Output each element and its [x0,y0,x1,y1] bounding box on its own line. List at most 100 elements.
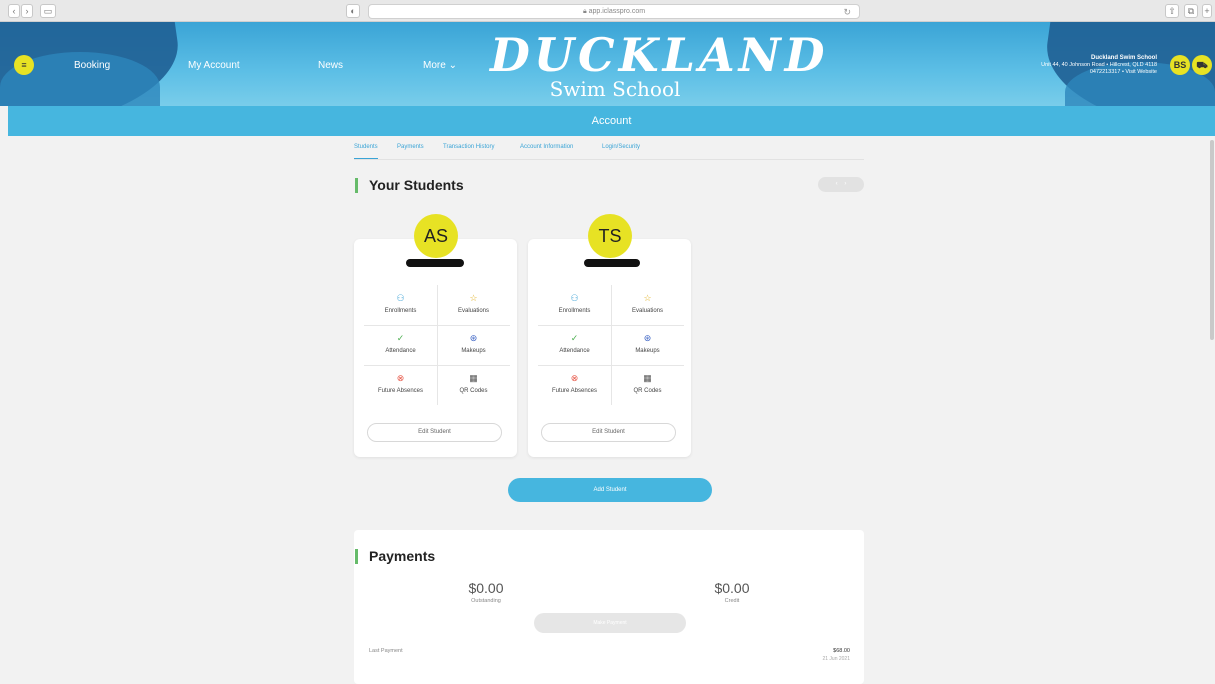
credit-label: Credit [724,598,740,604]
tabs-button[interactable]: ⧉ [1184,4,1198,18]
nav-my-account[interactable]: My Account [188,60,240,71]
qr-codes-action[interactable]: ▦ QR Codes [437,365,510,405]
makeups-action[interactable]: ⊛ Makeups [437,325,510,365]
nav-more-label: More [423,60,446,71]
redacted-student-name [406,259,464,267]
makeup-icon: ⊛ [469,333,478,343]
tab-account-information[interactable]: Account Information [520,144,573,150]
tab-login-security[interactable]: Login/Security [602,144,640,150]
privacy-shield-icon[interactable]: ◐ [346,4,360,18]
redacted-student-name [584,259,640,267]
school-address: Unit 44, 40 Johnson Road • Hillcrest, QL… [1041,62,1157,68]
tab-students[interactable]: Students [354,144,378,159]
last-payment-date: 21 Jun 2021 [822,656,850,662]
student-avatar: TS [588,214,632,258]
students-title: Your Students [369,177,464,193]
new-tab-button[interactable]: + [1202,4,1212,18]
outstanding-label: Outstanding [471,598,501,604]
page-title-bar: Account [8,106,1215,136]
tab-transaction-history[interactable]: Transaction History [443,144,494,150]
credit-summary: $0.00 Credit [672,580,792,604]
school-info: Duckland Swim School Unit 44, 40 Johnson… [1041,55,1157,76]
pager-prev-button[interactable]: ‹ [836,181,838,187]
chevron-down-icon: ⌄ [448,60,457,71]
action-label: Future Absences [377,388,424,394]
people-icon: ⚇ [570,293,579,303]
action-label: Evaluations [631,308,664,314]
qr-code-icon: ▦ [469,373,478,383]
user-avatar[interactable]: BS [1170,55,1190,75]
last-payment-amount: $68.00 [833,648,850,654]
student-pager: ‹ › [818,177,864,192]
student-card: ⚇ Enrollments ☆ Evaluations ✓ Attendance… [354,239,517,457]
nav-booking[interactable]: Booking [74,60,110,71]
student-card: ⚇ Enrollments ☆ Evaluations ✓ Attendance… [528,239,691,457]
future-absences-action[interactable]: ⊗ Future Absences [364,365,437,405]
account-tabs: Students Payments Transaction History Ac… [354,144,864,160]
cart-icon[interactable]: ⛟ [1192,55,1212,75]
check-circle-icon: ✓ [396,333,405,343]
attendance-action[interactable]: ✓ Attendance [364,325,437,365]
star-icon: ☆ [643,293,652,303]
back-button[interactable]: ‹ [8,4,20,18]
page-scrollbar[interactable] [1210,140,1214,340]
last-payment-label: Last Payment [369,648,403,654]
nav-more[interactable]: More ⌄ [423,60,457,71]
makeups-action[interactable]: ⊛ Makeups [611,325,684,365]
action-label: Makeups [635,348,660,354]
make-payment-button[interactable]: Make Payment [534,613,686,633]
outstanding-value: $0.00 [468,580,504,596]
forward-button[interactable]: › [21,4,33,18]
add-student-button[interactable]: Add Student [508,478,712,502]
student-avatar: AS [414,214,458,258]
menu-button[interactable]: ≡ [14,55,34,75]
section-accent-bar [355,178,358,193]
school-name: Duckland Swim School [1090,55,1157,61]
students-heading: Your Students [355,177,464,193]
action-label: Attendance [559,348,590,354]
people-icon: ⚇ [396,293,405,303]
last-payment-info: $68.00 21 Jun 2021 [822,648,850,662]
sidebar-toggle-button[interactable]: ▭ [40,4,56,18]
qr-code-icon: ▦ [643,373,652,383]
share-button[interactable]: ⇧ [1165,4,1179,18]
action-label: Makeups [461,348,486,354]
payments-heading: Payments [355,548,436,564]
edit-student-button[interactable]: Edit Student [367,423,502,442]
enrollments-action[interactable]: ⚇ Enrollments [538,285,611,325]
outstanding-summary: $0.00 Outstanding [426,580,546,604]
payments-title: Payments [369,548,436,564]
action-label: QR Codes [633,388,662,394]
tab-payments[interactable]: Payments [397,144,424,150]
evaluations-action[interactable]: ☆ Evaluations [611,285,684,325]
check-circle-icon: ✓ [570,333,579,343]
enrollments-action[interactable]: ⚇ Enrollments [364,285,437,325]
action-label: Enrollments [384,308,417,314]
star-icon: ☆ [469,293,478,303]
reload-icon[interactable]: ↻ [843,5,851,19]
site-header: ≡ Booking My Account News More ⌄ DUCKLAN… [0,22,1215,106]
school-contact[interactable]: 0472213317 • Visit Website [1041,69,1157,76]
logo-title: DUCKLAND [490,28,829,82]
action-label: Future Absences [551,388,598,394]
action-label: QR Codes [459,388,488,394]
page-title: Account [591,115,632,127]
future-absences-action[interactable]: ⊗ Future Absences [538,365,611,405]
credit-value: $0.00 [714,580,750,596]
nav-news[interactable]: News [318,60,343,71]
payments-panel: Payments $0.00 Outstanding $0.00 Credit … [354,530,864,684]
section-accent-bar [355,549,358,564]
browser-toolbar: ‹ › ▭ ◐ 🔒︎ app.iclasspro.com ↻ ⇧ ⧉ + [0,0,1215,22]
address-bar[interactable]: 🔒︎ app.iclasspro.com ↻ [368,4,860,19]
makeup-icon: ⊛ [643,333,652,343]
duckland-logo[interactable]: DUCKLAND Swim School [490,28,829,100]
action-label: Attendance [385,348,416,354]
address-url: app.iclasspro.com [588,8,646,15]
evaluations-action[interactable]: ☆ Evaluations [437,285,510,325]
action-label: Enrollments [558,308,591,314]
qr-codes-action[interactable]: ▦ QR Codes [611,365,684,405]
pager-next-button[interactable]: › [844,181,846,187]
attendance-action[interactable]: ✓ Attendance [538,325,611,365]
edit-student-button[interactable]: Edit Student [541,423,676,442]
action-label: Evaluations [457,308,490,314]
